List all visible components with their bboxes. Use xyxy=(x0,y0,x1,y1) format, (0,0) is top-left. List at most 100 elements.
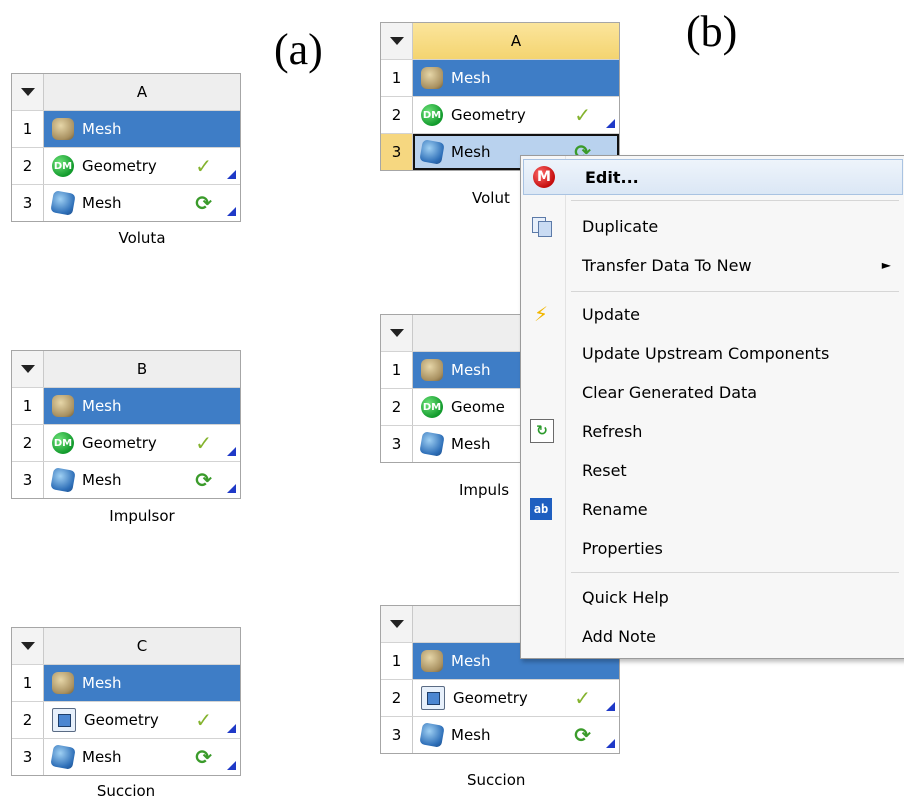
system-name[interactable]: Impulsor xyxy=(11,507,273,525)
menu-item-label: Rename xyxy=(582,499,648,519)
menu-item-reset[interactable]: Reset xyxy=(521,453,904,487)
cell-label: Mesh xyxy=(451,435,491,453)
cell-row-1[interactable]: 1 Mesh xyxy=(12,110,240,147)
menu-item-label: Properties xyxy=(582,538,663,558)
row-number: 1 xyxy=(381,60,413,96)
system-block-voluta-a[interactable]: A 1 Mesh 2 DM Geometry ✓ 3 Mesh ⟳ xyxy=(11,73,241,222)
check-icon: ✓ xyxy=(574,103,591,127)
row-number: 3 xyxy=(12,185,44,221)
mesh-cube-icon xyxy=(419,139,445,165)
dropdown-caret-icon xyxy=(389,37,404,45)
cell-row-2[interactable]: 2 DM Geometry ✓ xyxy=(381,96,619,133)
cell-label: Geome xyxy=(451,398,505,416)
cell-label: Mesh xyxy=(451,726,491,744)
menu-item-refresh[interactable]: ↻ Refresh xyxy=(521,414,904,448)
mesh-system-icon xyxy=(421,67,443,89)
context-menu[interactable]: M Edit... Duplicate Transfer Data To New… xyxy=(520,155,904,659)
refresh-required-icon: ⟳ xyxy=(195,745,212,769)
block-header[interactable]: A xyxy=(12,74,240,110)
cell-row-2[interactable]: 2 Geometry ✓ xyxy=(12,701,240,738)
cell-row-3[interactable]: 3 Mesh ⟳ xyxy=(12,738,240,775)
menu-item-update[interactable]: ⚡ Update xyxy=(521,297,904,331)
row-number: 1 xyxy=(381,643,413,679)
block-header[interactable]: A xyxy=(381,23,619,59)
check-icon: ✓ xyxy=(574,686,591,710)
cell-label: Mesh xyxy=(82,748,122,766)
block-menu-button[interactable] xyxy=(12,351,44,387)
mesh-system-icon xyxy=(421,650,443,672)
system-block-succion-a[interactable]: C 1 Mesh 2 Geometry ✓ 3 Mesh ⟳ xyxy=(11,627,241,776)
block-menu-button[interactable] xyxy=(12,628,44,664)
mesh-cube-icon xyxy=(50,190,76,216)
corner-marker-icon xyxy=(227,484,236,493)
system-name[interactable]: Impuls xyxy=(459,481,509,499)
row-number: 2 xyxy=(381,389,413,425)
duplicate-icon xyxy=(530,215,552,237)
mesh-system-icon xyxy=(421,359,443,381)
menu-item-edit[interactable]: M Edit... xyxy=(523,159,903,195)
menu-item-clear-generated-data[interactable]: Clear Generated Data xyxy=(521,375,904,409)
system-name[interactable]: Succion xyxy=(467,771,525,789)
block-menu-button[interactable] xyxy=(381,606,413,642)
dropdown-caret-icon xyxy=(20,365,35,373)
system-block-voluta-b[interactable]: A 1 Mesh 2 DM Geometry ✓ 3 Mesh ⟳ xyxy=(380,22,620,171)
menu-item-add-note[interactable]: Add Note xyxy=(521,619,904,653)
design-modeler-icon: DM xyxy=(52,432,74,454)
cell-label: Mesh xyxy=(82,674,122,692)
row-number: 3 xyxy=(12,739,44,775)
block-menu-button[interactable] xyxy=(12,74,44,110)
cell-row-2[interactable]: 2 DM Geometry ✓ xyxy=(12,424,240,461)
block-header[interactable]: B xyxy=(12,351,240,387)
mesh-system-icon xyxy=(52,118,74,140)
row-number: 3 xyxy=(12,462,44,498)
block-letter: C xyxy=(136,637,148,655)
system-name[interactable]: Voluta xyxy=(11,229,273,247)
dropdown-caret-icon xyxy=(20,88,35,96)
menu-item-label: Quick Help xyxy=(582,587,669,607)
cell-row-1[interactable]: 1 Mesh xyxy=(12,664,240,701)
menu-item-rename[interactable]: ab Rename xyxy=(521,492,904,526)
menu-separator xyxy=(571,572,899,573)
row-number: 1 xyxy=(12,388,44,424)
menu-item-transfer-data[interactable]: Transfer Data To New ► xyxy=(521,248,904,282)
menu-separator xyxy=(571,200,899,201)
corner-marker-icon xyxy=(606,119,615,128)
geometry-box-icon xyxy=(421,686,445,710)
dropdown-caret-icon xyxy=(389,620,404,628)
cell-row-3[interactable]: 3 Mesh ⟳ xyxy=(381,716,619,753)
system-block-impulsor-a[interactable]: B 1 Mesh 2 DM Geometry ✓ 3 Mesh ⟳ xyxy=(11,350,241,499)
cell-row-3[interactable]: 3 Mesh ⟳ xyxy=(12,461,240,498)
row-number: 2 xyxy=(381,680,413,716)
row-number: 3 xyxy=(381,426,413,462)
menu-item-quick-help[interactable]: Quick Help xyxy=(521,580,904,614)
row-number: 2 xyxy=(12,425,44,461)
block-letter: A xyxy=(510,32,522,50)
block-menu-button[interactable] xyxy=(381,315,413,351)
menu-item-update-upstream[interactable]: Update Upstream Components xyxy=(521,336,904,370)
cell-label: Mesh xyxy=(82,120,122,138)
cell-row-1[interactable]: 1 Mesh xyxy=(381,59,619,96)
menu-item-label: Transfer Data To New xyxy=(582,255,752,275)
cell-row-1[interactable]: 1 Mesh xyxy=(12,387,240,424)
row-number: 2 xyxy=(381,97,413,133)
corner-marker-icon xyxy=(606,739,615,748)
cell-row-3[interactable]: 3 Mesh ⟳ xyxy=(12,184,240,221)
check-icon: ✓ xyxy=(195,154,212,178)
dropdown-caret-icon xyxy=(389,329,404,337)
corner-marker-icon xyxy=(227,724,236,733)
cell-row-2[interactable]: 2 Geometry ✓ xyxy=(381,679,619,716)
cell-label: Mesh xyxy=(82,397,122,415)
menu-item-duplicate[interactable]: Duplicate xyxy=(521,209,904,243)
refresh-required-icon: ⟳ xyxy=(195,468,212,492)
row-number: 3 xyxy=(381,134,413,170)
panel-label-a: (a) xyxy=(274,25,323,74)
cell-row-2[interactable]: 2 DM Geometry ✓ xyxy=(12,147,240,184)
block-menu-button[interactable] xyxy=(381,23,413,59)
cell-label: Mesh xyxy=(451,361,491,379)
block-header[interactable]: C xyxy=(12,628,240,664)
system-name[interactable]: Volut xyxy=(472,189,510,207)
dropdown-caret-icon xyxy=(20,642,35,650)
system-name[interactable]: Succion xyxy=(11,782,241,800)
menu-item-properties[interactable]: Properties xyxy=(521,531,904,565)
cell-label: Mesh xyxy=(451,652,491,670)
